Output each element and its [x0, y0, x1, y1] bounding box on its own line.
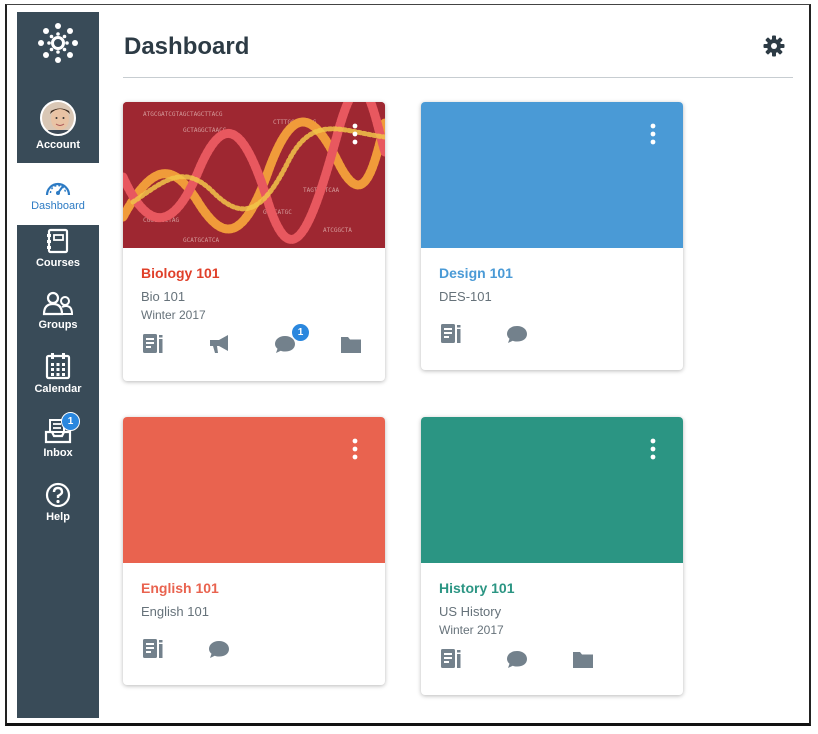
svg-text:ATGCGATCGTAGCTAGCTTACG: ATGCGATCGTAGCTAGCTTACG [143, 111, 223, 118]
course-card-design[interactable]: Design 101 DES-101 [421, 102, 683, 370]
nav-courses-label: Courses [35, 257, 81, 269]
files-icon[interactable] [571, 647, 595, 671]
course-card-biology[interactable]: ATGCGATCGTAGCTAGCTTACG CTTTGGCGTAAG GCTA… [123, 102, 385, 381]
courses-book-icon [47, 228, 69, 254]
nav-calendar-label: Calendar [34, 383, 82, 395]
user-avatar-icon [42, 102, 74, 134]
assignments-icon[interactable] [439, 647, 463, 671]
course-card-hero-color[interactable] [123, 417, 385, 563]
nav-account[interactable]: Account [17, 92, 99, 163]
course-card-term: Winter 2017 [141, 308, 206, 322]
nav-groups[interactable]: Groups [17, 290, 99, 331]
nav-help-label: Help [46, 511, 70, 523]
course-card-actions: 1 [141, 323, 371, 356]
course-card-history[interactable]: History 101 US History Winter 2017 [421, 417, 683, 695]
svg-text:GCATGCATCA: GCATGCATCA [183, 237, 220, 244]
nav-calendar[interactable]: Calendar [17, 352, 99, 395]
nav-help[interactable]: Help [17, 482, 99, 523]
assignments-icon[interactable] [439, 322, 463, 346]
assignments-icon[interactable] [141, 332, 165, 356]
course-card-actions [439, 322, 559, 346]
nav-dashboard-label: Dashboard [31, 200, 85, 212]
discussions-icon[interactable] [505, 647, 529, 671]
discussions-icon[interactable] [207, 637, 231, 661]
course-card-code: Bio 101 [141, 289, 186, 304]
course-card-hero-image[interactable]: ATGCGATCGTAGCTAGCTTACG CTTTGGCGTAAG GCTA… [123, 102, 385, 248]
course-card-code: English 101 [141, 604, 209, 619]
header-divider [123, 77, 793, 78]
nav-inbox[interactable]: 1 Inbox [17, 412, 99, 459]
calendar-icon [45, 353, 71, 380]
course-card-menu-kebab-icon[interactable] [351, 437, 359, 461]
dashboard-gauge-icon [45, 182, 71, 196]
discussions-icon[interactable] [505, 322, 529, 346]
course-card-menu-kebab-icon[interactable] [649, 122, 657, 146]
course-card-title[interactable]: English 101 [141, 580, 367, 596]
files-icon[interactable] [339, 332, 363, 356]
page-title: Dashboard [124, 33, 250, 60]
nav-courses[interactable]: Courses [17, 228, 99, 269]
nav-dashboard[interactable]: Dashboard [17, 163, 99, 225]
help-question-icon [45, 482, 71, 508]
course-card-menu-kebab-icon[interactable] [649, 437, 657, 461]
course-card-title[interactable]: Biology 101 [141, 265, 367, 281]
nav-inbox-label: Inbox [43, 447, 73, 459]
course-card-hero-color[interactable] [421, 417, 683, 563]
course-card-english[interactable]: English 101 English 101 [123, 417, 385, 685]
groups-people-icon [42, 291, 74, 316]
discussions-unread-badge: 1 [291, 323, 310, 342]
course-card-actions [141, 637, 261, 661]
course-card-actions [439, 647, 599, 671]
dna-image: ATGCGATCGTAGCTAGCTTACG CTTTGGCGTAAG GCTA… [123, 102, 385, 248]
course-card-hero-color[interactable] [421, 102, 683, 248]
course-card-term: Winter 2017 [439, 623, 504, 637]
inbox-unread-badge: 1 [61, 412, 80, 431]
assignments-icon[interactable] [141, 637, 165, 661]
course-card-code: US History [439, 604, 502, 619]
announcements-icon[interactable] [207, 332, 231, 356]
nav-groups-label: Groups [38, 319, 78, 331]
course-card-code: DES-101 [439, 289, 492, 304]
global-navigation: Account Dashboard Courses Groups Calenda… [17, 12, 99, 718]
avatar [40, 100, 76, 136]
course-card-title[interactable]: History 101 [439, 580, 665, 596]
canvas-logo-icon[interactable] [37, 22, 79, 64]
course-card-menu-kebab-icon[interactable] [351, 122, 359, 146]
nav-account-label: Account [36, 139, 80, 151]
dashboard-options-gear-icon[interactable] [763, 35, 785, 57]
course-card-title[interactable]: Design 101 [439, 265, 665, 281]
svg-text:ATCGGCTA: ATCGGCTA [323, 227, 352, 234]
